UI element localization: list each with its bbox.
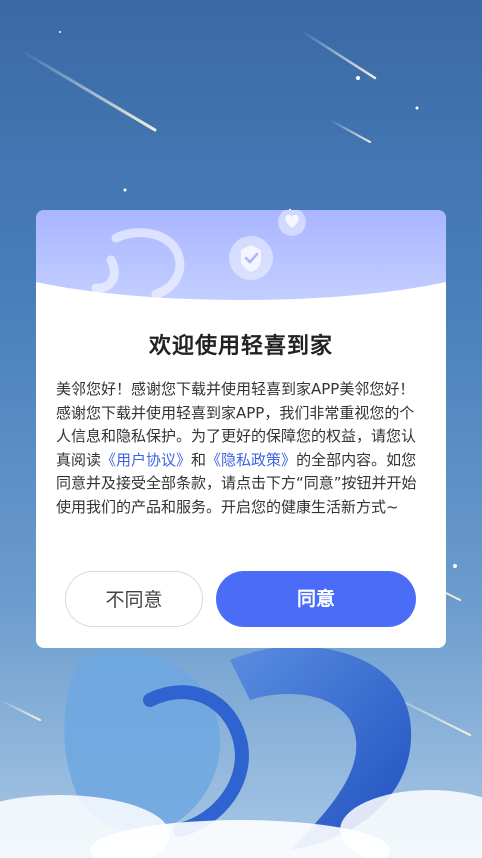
disagree-button[interactable]: 不同意: [65, 571, 203, 627]
user-agreement-link[interactable]: 《用户协议》: [101, 451, 191, 469]
dialog-header-banner: [36, 210, 446, 300]
agree-button[interactable]: 同意: [216, 571, 416, 627]
clouds: [0, 790, 482, 858]
privacy-consent-dialog: 欢迎使用轻喜到家 美邻您好！感谢您下载并使用轻喜到家APP美邻您好！感谢您下载并…: [36, 210, 446, 648]
conjunction-text: 和: [191, 450, 207, 469]
privacy-policy-link[interactable]: 《隐私政策》: [206, 451, 296, 469]
dialog-title: 欢迎使用轻喜到家: [148, 334, 333, 359]
shield-check-icon: [229, 236, 273, 280]
consent-message: 美邻您好！感谢您下载并使用轻喜到家APP美邻您好！感谢您下载并使用轻喜到家APP…: [56, 378, 426, 519]
